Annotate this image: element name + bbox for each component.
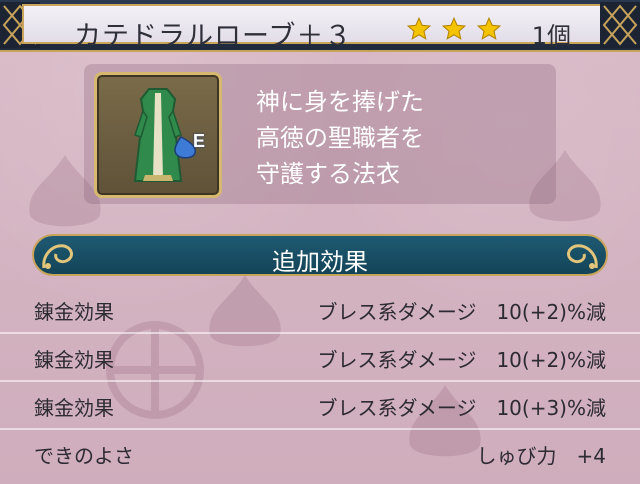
description-line: 高徳の聖職者を bbox=[256, 124, 424, 152]
effect-row: 錬金効果 ブレス系ダメージ 10(+2)%減 bbox=[0, 334, 640, 382]
star-icon bbox=[477, 16, 502, 40]
item-header: カテドラルローブ＋３ 1個 bbox=[0, 0, 640, 52]
header-panel: カテドラルローブ＋３ 1個 bbox=[22, 4, 618, 52]
item-name: カテドラルローブ＋３ bbox=[74, 21, 353, 52]
effect-label: 錬金効果 bbox=[34, 348, 114, 372]
rarity-stars bbox=[406, 16, 506, 46]
effect-row: 錬金効果 ブレス系ダメージ 10(+2)%減 bbox=[0, 286, 640, 334]
effects-list: 錬金効果 ブレス系ダメージ 10(+2)%減 錬金効果 ブレス系ダメージ 10(… bbox=[0, 286, 640, 478]
description-line: 守護する法衣 bbox=[256, 160, 400, 188]
section-title: 追加効果 bbox=[272, 248, 368, 276]
scroll-ornament-icon bbox=[567, 244, 598, 269]
additional-effects-header: 追加効果 bbox=[32, 234, 608, 276]
diamond-ornament-icon bbox=[602, 4, 638, 46]
equipped-mark: E bbox=[193, 131, 206, 151]
description-line: 神に身を捧げた bbox=[256, 88, 424, 116]
header-right-ornament bbox=[600, 2, 640, 48]
effect-value: ブレス系ダメージ 10(+2)%減 bbox=[317, 348, 606, 372]
effect-label: 錬金効果 bbox=[34, 300, 114, 324]
effect-value: ブレス系ダメージ 10(+3)%減 bbox=[317, 396, 606, 420]
effect-value: しゅび力 +4 bbox=[476, 444, 606, 468]
item-description: 神に身を捧げた 高徳の聖職者を 守護する法衣 bbox=[256, 84, 536, 192]
effect-row: 錬金効果 ブレス系ダメージ 10(+3)%減 bbox=[0, 382, 640, 430]
star-icon bbox=[406, 16, 432, 40]
effect-value: ブレス系ダメージ 10(+2)%減 bbox=[317, 300, 606, 324]
effect-row: できのよさ しゅび力 +4 bbox=[0, 430, 640, 478]
item-quantity: 1個 bbox=[531, 22, 571, 50]
effect-label: 錬金効果 bbox=[34, 396, 114, 420]
item-icon-frame: E bbox=[94, 72, 222, 198]
effect-label: できのよさ bbox=[34, 444, 134, 468]
star-icon bbox=[441, 16, 467, 40]
